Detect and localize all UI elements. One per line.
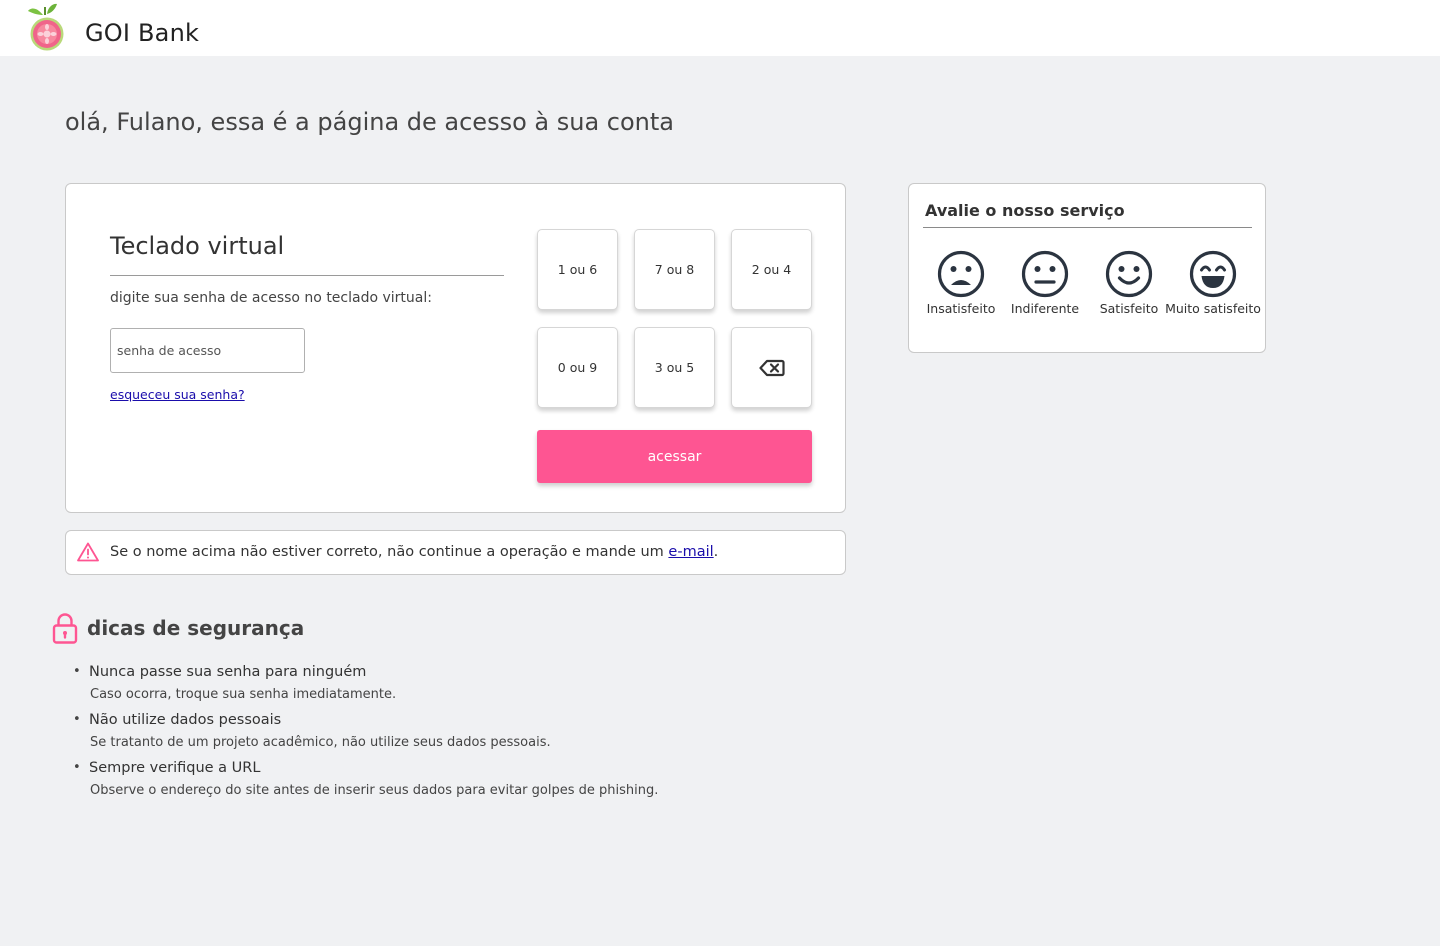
tip-title: Sempre verifique a URL (89, 760, 261, 776)
guava-fruit-logo[interactable] (26, 2, 70, 52)
email-link[interactable]: e-mail (668, 544, 713, 560)
sad-face-icon[interactable] (937, 250, 985, 298)
tip-title: Não utilize dados pessoais (89, 712, 282, 728)
bullet: • (73, 664, 81, 679)
top-bar: GOI Bank (0, 0, 1440, 56)
forgot-password-link[interactable]: esqueceu sua senha? (110, 387, 245, 402)
key-7-or-8[interactable]: 7 ou 8 (634, 229, 715, 310)
security-tips-title: dicas de segurança (87, 616, 305, 640)
bullet: • (73, 712, 81, 727)
key-3-or-5[interactable]: 3 ou 5 (634, 327, 715, 408)
tip-description: Se tratanto de um projeto acadêmico, não… (90, 735, 551, 750)
laughing-face-icon[interactable] (1189, 250, 1237, 298)
key-0-or-9[interactable]: 0 ou 9 (537, 327, 618, 408)
name-warning-banner: Se o nome acima não estiver correto, não… (65, 530, 846, 575)
rating-label-indiferente[interactable]: Indiferente (1011, 301, 1079, 316)
backspace-key[interactable] (731, 327, 812, 408)
neutral-face-icon[interactable] (1021, 250, 1069, 298)
access-button[interactable]: acessar (537, 430, 812, 483)
smile-face-icon[interactable] (1105, 250, 1153, 298)
rating-title: Avalie o nosso serviço (925, 201, 1125, 220)
bullet: • (73, 760, 81, 775)
rating-label-muito-satisfeito[interactable]: Muito satisfeito (1165, 301, 1261, 316)
rating-divider (923, 227, 1252, 228)
password-input[interactable] (110, 328, 305, 373)
key-1-or-6[interactable]: 1 ou 6 (537, 229, 618, 310)
rating-label-insatisfeito[interactable]: Insatisfeito (927, 301, 996, 316)
virtual-keyboard-title: Teclado virtual (110, 232, 285, 260)
warning-period: . (713, 544, 719, 560)
backspace-icon (758, 359, 785, 376)
lock-icon (52, 613, 78, 644)
login-card: Teclado virtual digite sua senha de aces… (65, 183, 846, 513)
tip-description: Caso ocorra, troque sua senha imediatame… (90, 687, 397, 702)
warning-triangle-icon (77, 542, 99, 562)
tip-description: Observe o endereço do site antes de inse… (90, 783, 659, 798)
page-greeting: olá, Fulano, essa é a página de acesso à… (65, 108, 674, 136)
tip-title: Nunca passe sua senha para ninguém (89, 664, 367, 680)
rating-label-satisfeito[interactable]: Satisfeito (1100, 301, 1159, 316)
brand-name: GOI Bank (85, 19, 200, 47)
keyboard-instruction: digite sua senha de acesso no teclado vi… (110, 290, 432, 306)
rating-card: Avalie o nosso serviço Insatisfeito Indi… (908, 183, 1266, 353)
title-divider (110, 275, 504, 276)
warning-text: Se o nome acima não estiver correto, não… (110, 544, 718, 560)
warning-message: Se o nome acima não estiver correto, não… (110, 544, 669, 560)
key-2-or-4[interactable]: 2 ou 4 (731, 229, 812, 310)
